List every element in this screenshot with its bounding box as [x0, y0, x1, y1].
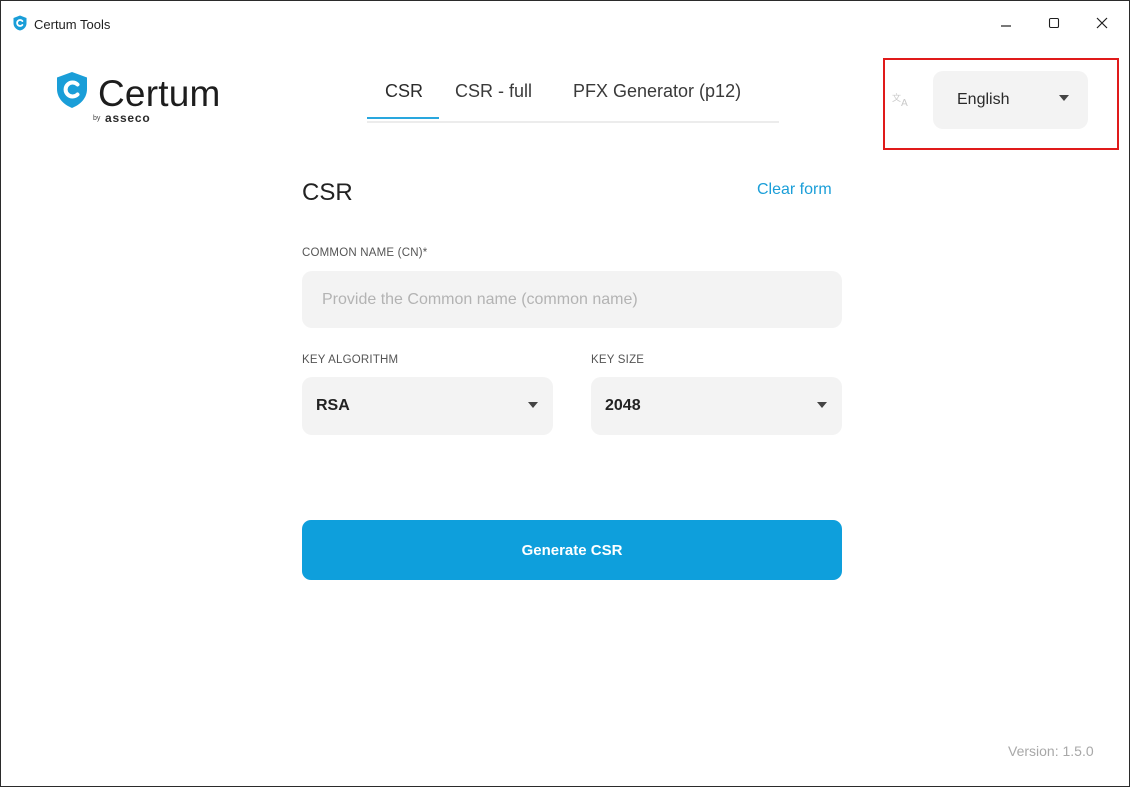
- key-size-value: 2048: [605, 397, 641, 414]
- maximize-button[interactable]: [1031, 1, 1077, 45]
- logo-by-text: by: [93, 115, 101, 122]
- chevron-down-icon: [528, 402, 538, 408]
- certum-logo: Certum by asseco: [55, 71, 245, 131]
- language-select[interactable]: English: [933, 71, 1088, 129]
- language-selected-value: English: [957, 91, 1010, 108]
- tab-csr-full[interactable]: CSR - full: [455, 81, 532, 102]
- maximize-icon: [1048, 17, 1060, 29]
- window-title: Certum Tools: [34, 17, 111, 32]
- common-name-label: COMMON NAME (CN)*: [302, 247, 428, 259]
- minimize-button[interactable]: [983, 1, 1029, 45]
- key-algorithm-label: KEY ALGORITHM: [302, 354, 399, 366]
- active-tab-indicator: [367, 117, 439, 119]
- chevron-down-icon: [1059, 95, 1069, 101]
- clear-form-link[interactable]: Clear form: [757, 181, 832, 199]
- generate-csr-button[interactable]: Generate CSR: [302, 520, 842, 580]
- certum-shield-icon: [57, 72, 87, 108]
- common-name-field: [302, 271, 842, 328]
- logo-asseco-text: asseco: [105, 111, 151, 125]
- tab-pfx-generator[interactable]: PFX Generator (p12): [573, 81, 741, 102]
- tab-csr[interactable]: CSR: [385, 81, 423, 102]
- minimize-icon: [1001, 25, 1011, 27]
- key-size-label: KEY SIZE: [591, 354, 645, 366]
- key-algorithm-value: RSA: [316, 397, 350, 414]
- common-name-input[interactable]: [302, 271, 842, 328]
- key-algorithm-select[interactable]: RSA: [302, 377, 553, 435]
- close-icon: [1096, 17, 1108, 29]
- key-size-select[interactable]: 2048: [591, 377, 842, 435]
- chevron-down-icon: [817, 402, 827, 408]
- certum-app-icon: [13, 15, 27, 31]
- tab-bar: CSR CSR - full PFX Generator (p12): [367, 73, 779, 123]
- translate-icon: 文 A: [892, 92, 908, 107]
- form-title: CSR: [302, 179, 353, 206]
- svg-text:A: A: [901, 98, 908, 107]
- title-bar: Certum Tools: [1, 1, 1129, 45]
- close-button[interactable]: [1079, 1, 1125, 45]
- version-text: Version: 1.5.0: [1008, 743, 1094, 759]
- logo-brand-text: Certum: [98, 73, 221, 114]
- svg-text:文: 文: [892, 92, 901, 104]
- generate-csr-label: Generate CSR: [521, 541, 623, 559]
- app-window: Certum Tools Certum by asseco CSR CSR - …: [0, 0, 1130, 787]
